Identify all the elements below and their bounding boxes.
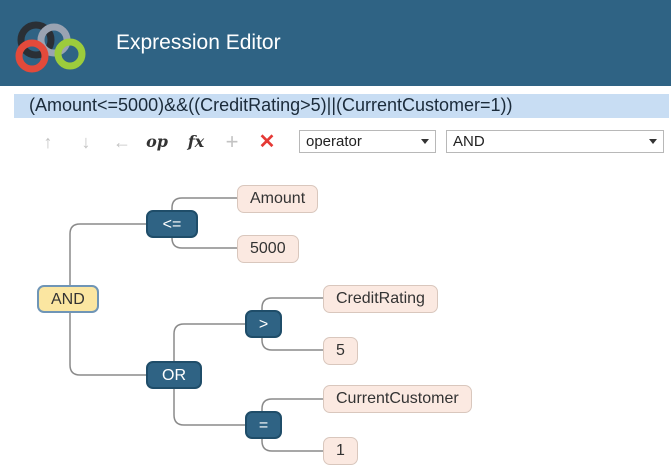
node-amount-value[interactable]: 5000 [237, 235, 299, 263]
move-left-icon[interactable]: ← [110, 130, 134, 154]
node-or[interactable]: OR [146, 361, 202, 389]
move-down-icon[interactable]: ↓ [74, 130, 98, 154]
operator-button[interactable]: op [145, 130, 169, 154]
chevron-down-icon [649, 139, 657, 144]
operator-value: AND [453, 133, 485, 150]
node-credit-value[interactable]: 5 [323, 337, 358, 365]
node-credit-rating[interactable]: CreditRating [323, 285, 438, 313]
node-current-customer[interactable]: CurrentCustomer [323, 385, 472, 413]
node-amount[interactable]: Amount [237, 185, 319, 213]
app-header: Expression Editor [0, 0, 671, 86]
delete-icon[interactable]: ✕ [255, 130, 279, 154]
app-logo [15, 21, 86, 73]
node-and[interactable]: AND [37, 285, 99, 313]
node-equals[interactable]: = [245, 411, 282, 439]
expression-text[interactable]: (Amount<=5000)&&((CreditRating>5)||(Curr… [29, 95, 513, 116]
add-icon[interactable]: + [220, 130, 244, 154]
app-title: Expression Editor [116, 31, 281, 54]
function-button[interactable]: fx [184, 130, 208, 154]
operator-value-select[interactable]: AND [446, 130, 664, 153]
node-type-select[interactable]: operator [299, 130, 436, 153]
node-greater-than[interactable]: > [245, 310, 282, 338]
chevron-down-icon [421, 139, 429, 144]
node-customer-value[interactable]: 1 [323, 437, 358, 465]
move-up-icon[interactable]: ↑ [36, 130, 60, 154]
node-less-equal[interactable]: <= [146, 210, 198, 238]
node-type-value: operator [306, 133, 362, 150]
